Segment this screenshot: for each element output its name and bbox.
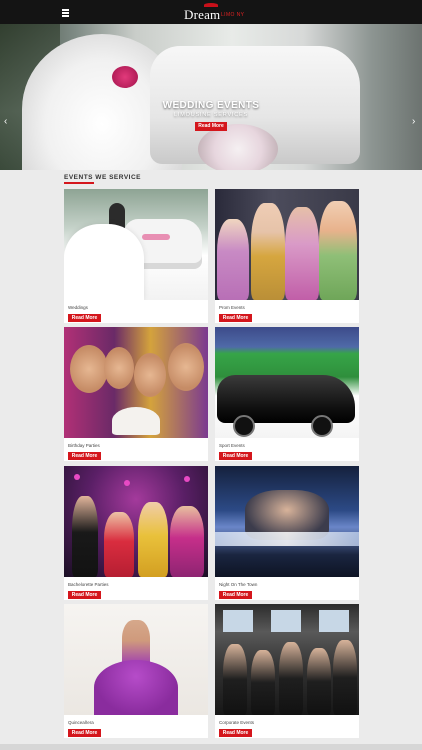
photo-person — [138, 502, 168, 577]
read-more-button[interactable]: Read More — [68, 729, 101, 737]
read-more-button[interactable]: Read More — [219, 314, 252, 322]
event-label: Sport Events — [219, 443, 245, 448]
event-card-weddings[interactable]: Weddings Read More — [64, 189, 208, 323]
chevron-left-icon[interactable]: ‹ — [4, 116, 7, 127]
photo-person — [170, 506, 204, 577]
event-label: Birthday Parties — [68, 443, 100, 448]
top-navigation-bar: Dream LIMO NY — [0, 0, 422, 24]
photo-person — [307, 648, 331, 715]
event-card-prom[interactable]: Prom Events Read More — [215, 189, 359, 323]
event-photo-corporate — [215, 604, 359, 715]
event-photo-sport — [215, 327, 359, 438]
photo-cake — [112, 407, 160, 435]
section-title-underline — [64, 182, 94, 184]
photo-person — [285, 207, 319, 300]
photo-person — [251, 650, 275, 715]
section-title: EVENTS WE SERVICE — [64, 174, 142, 181]
event-label: Bachelorette Parties — [68, 582, 109, 587]
photo-person — [333, 640, 357, 715]
event-photo-birthday — [64, 327, 208, 438]
event-card-sport[interactable]: Sport Events Read More — [215, 327, 359, 461]
read-more-button[interactable]: Read More — [219, 452, 252, 460]
photo-light — [74, 474, 80, 480]
logo-word: Dream — [184, 7, 221, 22]
hamburger-menu-icon[interactable] — [62, 9, 69, 17]
photo-person — [134, 353, 166, 397]
brand-logo[interactable]: Dream LIMO NY — [184, 3, 254, 22]
event-card-quinceanera[interactable]: Quinceañera Read More — [64, 604, 208, 738]
photo-person — [217, 219, 249, 300]
hero-slider: WEDDING EVENTS LIMOUSINE SERVICES Read M… — [0, 24, 422, 170]
photo-flowers — [142, 234, 170, 240]
hero-title: WEDDING EVENTS — [162, 100, 260, 111]
photo-person — [72, 496, 98, 577]
event-card-birthday[interactable]: Birthday Parties Read More — [64, 327, 208, 461]
photo-window — [223, 610, 253, 632]
photo-light — [184, 476, 190, 482]
photo-light — [124, 480, 130, 486]
read-more-button[interactable]: Read More — [219, 729, 252, 737]
logo-subtitle: LIMO NY — [221, 12, 245, 18]
hero-read-more-button[interactable]: Read More — [195, 122, 227, 131]
event-photo-weddings — [64, 189, 208, 300]
read-more-button[interactable]: Read More — [68, 591, 101, 599]
event-photo-prom — [215, 189, 359, 300]
photo-dress — [94, 660, 178, 715]
event-photo-quinceanera — [64, 604, 208, 715]
event-label: Prom Events — [219, 305, 245, 310]
read-more-button[interactable]: Read More — [68, 452, 101, 460]
event-card-corporate[interactable]: Corporate Events Read More — [215, 604, 359, 738]
event-photo-bachelorette — [64, 466, 208, 577]
hero-photo-bouquet — [112, 66, 138, 88]
photo-person — [319, 201, 357, 300]
hero-subtitle: LIMOUSINE SERVICES — [174, 112, 248, 118]
footer-divider — [0, 744, 422, 750]
chevron-right-icon[interactable]: › — [412, 116, 415, 127]
photo-bride-dress — [64, 224, 144, 300]
photo-person — [70, 345, 108, 393]
event-label: Weddings — [68, 305, 88, 310]
photo-person — [279, 642, 303, 715]
photo-wheel — [233, 415, 255, 437]
read-more-button[interactable]: Read More — [68, 314, 101, 322]
event-photo-night — [215, 466, 359, 577]
event-label: Night On The Town — [219, 582, 258, 587]
photo-person — [104, 347, 134, 389]
photo-wheel — [311, 415, 333, 437]
event-label: Corporate Events — [219, 720, 255, 725]
event-label: Quinceañera — [68, 720, 94, 725]
photo-window — [271, 610, 301, 632]
photo-person — [104, 512, 134, 577]
event-card-night-on-the-town[interactable]: Night On The Town Read More — [215, 466, 359, 600]
photo-limo-rail — [215, 532, 359, 546]
photo-person — [223, 644, 247, 715]
photo-person — [168, 343, 204, 391]
photo-person — [251, 203, 285, 300]
read-more-button[interactable]: Read More — [219, 591, 252, 599]
photo-window — [319, 610, 349, 632]
event-card-bachelorette[interactable]: Bachelorette Parties Read More — [64, 466, 208, 600]
